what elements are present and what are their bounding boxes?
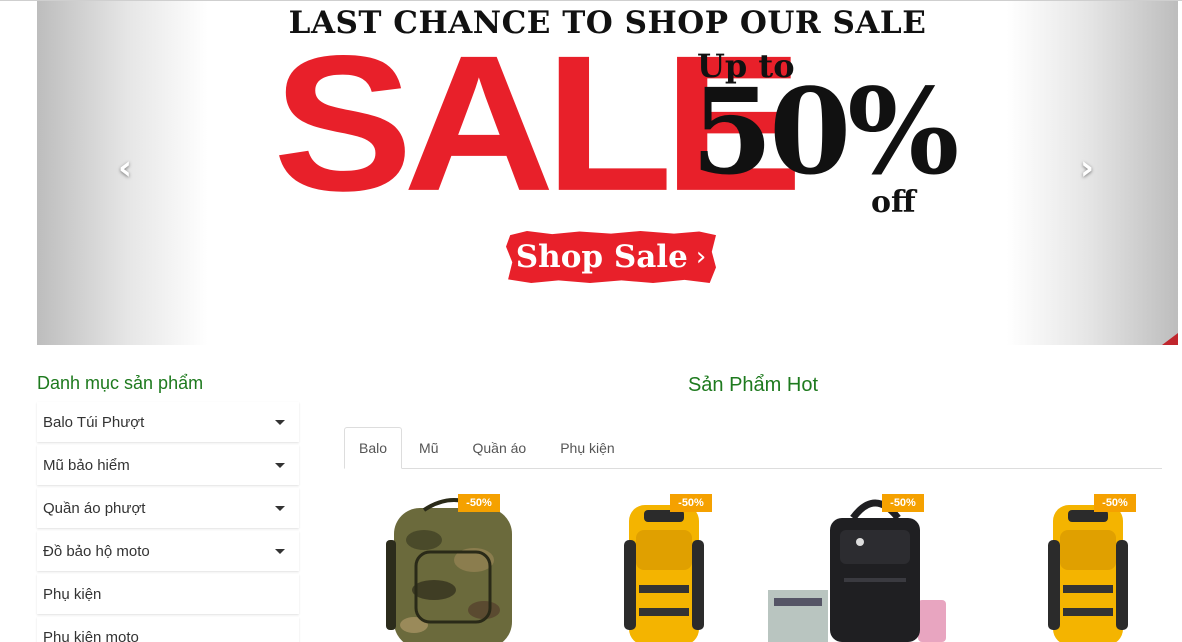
category-item[interactable]: Phụ kiện moto	[37, 617, 299, 642]
caret-down-icon[interactable]	[275, 505, 285, 511]
product-grid: -50% -50% -50% -50%	[344, 490, 1162, 642]
category-label: Mũ bảo hiểm	[43, 456, 130, 474]
caret-down-icon[interactable]	[275, 462, 285, 468]
tab-quan-ao[interactable]: Quần áo	[455, 427, 543, 469]
tab-phu-kien[interactable]: Phụ kiện	[543, 427, 631, 469]
discount-badge: -50%	[458, 494, 500, 512]
caret-down-icon[interactable]	[275, 419, 285, 425]
banner-percent: 50%	[691, 62, 959, 201]
discount-badge: -50%	[1094, 494, 1136, 512]
category-item[interactable]: Quần áo phượt	[37, 488, 299, 528]
shop-sale-button[interactable]: Shop Sale ›	[506, 231, 716, 283]
product-card[interactable]: -50%	[1008, 490, 1182, 642]
discount-badge: -50%	[882, 494, 924, 512]
product-card[interactable]: -50%	[768, 490, 968, 642]
shop-sale-label: Shop Sale	[515, 239, 688, 275]
product-card[interactable]: -50%	[364, 490, 564, 642]
category-title: Danh mục sản phẩm	[37, 373, 204, 393]
hot-products-title: Sản Phẩm Hot	[687, 374, 819, 396]
banner-off: off	[871, 185, 916, 220]
sale-banner-carousel[interactable]: LAST CHANCE TO SHOP OUR SALE SALE Up to …	[37, 1, 1178, 345]
category-label: Balo Túi Phượt	[43, 413, 145, 431]
carousel-next-button[interactable]: ›	[1072, 148, 1102, 188]
yellow-backpack-image[interactable]	[1008, 490, 1182, 642]
category-item[interactable]: Đồ bảo hộ moto	[37, 531, 299, 571]
yellow-backpack-image[interactable]	[584, 490, 784, 642]
category-label: Phụ kiện	[43, 585, 102, 603]
product-card[interactable]: -50%	[584, 490, 784, 642]
category-item[interactable]: Phụ kiện	[37, 574, 299, 614]
chevron-left-icon: ‹	[117, 148, 132, 188]
camo-backpack-image[interactable]	[364, 490, 564, 642]
category-list: Balo Túi Phượt Mũ bảo hiểm Quần áo phượt…	[37, 402, 299, 642]
category-item[interactable]: Mũ bảo hiểm	[37, 445, 299, 485]
category-label: Đồ bảo hộ moto	[43, 542, 150, 560]
caret-down-icon[interactable]	[275, 548, 285, 554]
product-tabs: Balo Mũ Quần áo Phụ kiện	[344, 427, 1162, 469]
tab-mu[interactable]: Mũ	[402, 427, 455, 469]
chevron-right-icon: ›	[695, 242, 707, 272]
tab-balo[interactable]: Balo	[344, 427, 403, 469]
black-backpack-image[interactable]	[768, 490, 968, 642]
chevron-right-icon: ›	[1079, 148, 1094, 188]
carousel-prev-button[interactable]: ‹	[110, 148, 140, 188]
corner-decoration	[1162, 333, 1178, 345]
category-label: Quần áo phượt	[43, 499, 146, 517]
discount-badge: -50%	[670, 494, 712, 512]
category-item[interactable]: Balo Túi Phượt	[37, 402, 299, 442]
category-label: Phụ kiện moto	[43, 628, 139, 642]
